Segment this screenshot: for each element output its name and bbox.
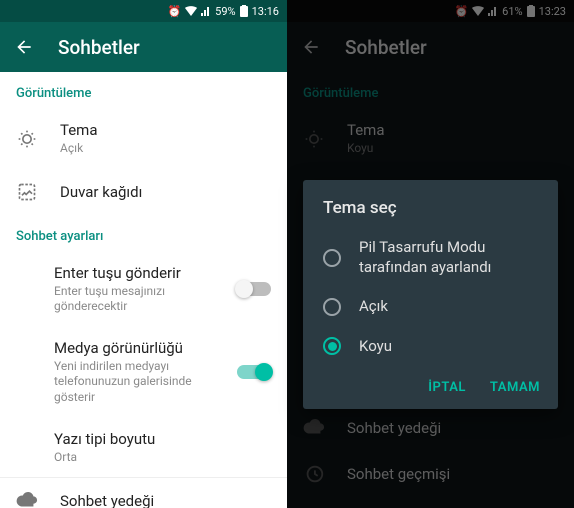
theme-dialog: Tema seç Pil Tasarrufu Modu tarafından a… [303,180,558,409]
cloud-upload-icon [16,490,38,508]
status-bar: ⏰ 59% 13:16 [0,0,287,22]
theme-value: Açık [60,141,271,157]
battery-icon [240,5,248,17]
screen-dark: ⏰ 61% 13:23 Sohbetler Görüntüleme Tema K… [287,0,574,508]
backup-row[interactable]: Sohbet yedeği [0,477,287,508]
ok-button[interactable]: TAMAM [490,380,540,395]
radio-icon [323,337,341,355]
theme-title: Tema [60,121,271,139]
backup-title: Sohbet yedeği [60,492,271,508]
radio-label: Açık [359,297,388,317]
battery-text: 59% [215,5,235,18]
media-title: Medya görünürlüğü [54,339,215,357]
enter-switch[interactable] [237,282,271,296]
wallpaper-row[interactable]: Duvar kağıdı [0,169,287,215]
enter-title: Enter tuşu gönderir [54,264,215,282]
theme-icon [16,128,38,150]
font-title: Yazı tipi boyutu [54,430,271,448]
enter-row[interactable]: Enter tuşu gönderir Enter tuşu mesajınız… [0,252,287,327]
radio-label: Pil Tasarrufu Modu tarafından ayarlandı [359,238,538,277]
media-row[interactable]: Medya görünürlüğü Yeni indirilen medyayı… [0,327,287,418]
media-switch[interactable] [237,365,271,379]
wallpaper-title: Duvar kağıdı [60,183,271,201]
section-display-header: Görüntüleme [0,72,287,109]
signal-icon [201,6,211,16]
radio-option-light[interactable]: Açık [303,287,558,327]
section-chat-header: Sohbet ayarları [0,215,287,252]
app-bar: Sohbetler [0,22,287,72]
clock-text: 13:16 [252,5,279,18]
radio-option-dark[interactable]: Koyu [303,327,558,367]
screen-light: ⏰ 59% 13:16 Sohbetler Görüntüleme Tema A… [0,0,287,508]
media-sub: Yeni indirilen medyayı telefonunuzun gal… [54,359,215,406]
font-value: Orta [54,450,271,466]
dialog-actions: İPTAL TAMAM [303,366,558,403]
wifi-icon [185,6,197,16]
radio-icon [323,249,341,267]
font-row[interactable]: Yazı tipi boyutu Orta [0,418,287,478]
wallpaper-icon [16,181,38,203]
radio-icon [323,298,341,316]
radio-option-battery[interactable]: Pil Tasarrufu Modu tarafından ayarlandı [303,228,558,287]
appbar-title: Sohbetler [58,36,140,59]
theme-row[interactable]: Tema Açık [0,109,287,169]
back-icon[interactable] [14,37,34,57]
dialog-title: Tema seç [303,198,558,228]
radio-label: Koyu [359,337,392,357]
enter-sub: Enter tuşu mesajınızı gönderecektir [54,284,215,315]
alarm-icon: ⏰ [167,5,181,18]
content: Görüntüleme Tema Açık Duvar kağıdı Sohbe… [0,72,287,508]
cancel-button[interactable]: İPTAL [428,380,466,395]
